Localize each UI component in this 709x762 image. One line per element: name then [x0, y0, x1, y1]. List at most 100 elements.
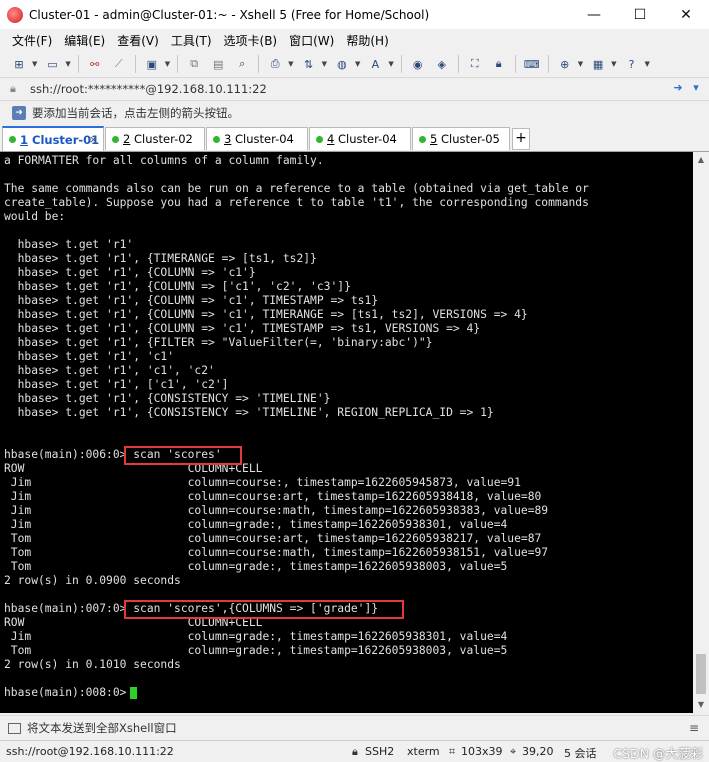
terminal-line: hbase> t.get 'r1', 'c1' [4, 350, 175, 363]
font-dropdown-icon[interactable]: ▼ [388, 60, 393, 68]
add-session-arrow-icon[interactable]: ➜ [12, 105, 26, 120]
terminal-line: hbase> t.get 'r1', 'c1', 'c2' [4, 364, 215, 377]
terminal-line: Jim column=grade:, timestamp=16226059383… [4, 518, 508, 531]
status-protocol: SSH2 [365, 745, 395, 758]
layout-icon[interactable]: ▦ [590, 56, 606, 72]
minimize-button[interactable]: — [571, 0, 617, 29]
connected-status-icon [112, 135, 119, 143]
globe-dropdown-icon[interactable]: ▼ [355, 60, 360, 68]
tab-label: Cluster-04 [334, 132, 397, 146]
scrollbar-thumb[interactable] [696, 654, 706, 694]
terminal-line: hbase> t.get 'r1', {CONSISTENCY => 'TIME… [4, 406, 494, 419]
address-lock-icon: 🔒︎ [10, 82, 16, 95]
lock-icon[interactable]: 🔒︎ [491, 56, 507, 72]
status-terminal-type: xterm [407, 745, 440, 758]
terminal-line: Jim column=course:art, timestamp=1622605… [4, 490, 542, 503]
terminal-line: would be: [4, 210, 66, 223]
menu-window[interactable]: 窗口(W) [283, 32, 340, 49]
terminal-line: hbase(main):008:0> [4, 686, 134, 699]
print-icon[interactable]: ⎙ [267, 56, 283, 72]
globe-icon[interactable]: ◍ [334, 56, 350, 72]
terminal-line: hbase> t.get 'r1', {COLUMN => 'c1', TIME… [4, 322, 481, 335]
reconnect-icon[interactable]: ⚯ [87, 56, 103, 72]
terminal-line: Jim column=course:, timestamp=1622605945… [4, 476, 521, 489]
status-session-count: 5 会话 [564, 747, 597, 760]
disconnect-icon[interactable]: ⟋ [111, 56, 127, 72]
terminal-line: Tom column=grade:, timestamp=16226059380… [4, 560, 508, 573]
menu-edit[interactable]: 编辑(E) [58, 32, 111, 49]
font-icon[interactable]: A [367, 56, 383, 72]
menu-bar: 文件(F) 编辑(E) 查看(V) 工具(T) 选项卡(B) 窗口(W) 帮助(… [0, 29, 709, 51]
terminal-line: create_table). Suppose you had a referen… [4, 196, 589, 209]
title-bar: Cluster-01 - admin@Cluster-01:~ - Xshell… [0, 0, 709, 29]
keyboard-icon[interactable]: ⌨ [524, 56, 540, 72]
new-session-dropdown-icon[interactable]: ▼ [32, 60, 37, 68]
compose-bar-text[interactable]: 将文本发送到全部Xshell窗口 [27, 720, 177, 736]
terminal-line: hbase> t.get 'r1' [4, 238, 134, 251]
properties-dropdown-icon[interactable]: ▼ [165, 60, 170, 68]
terminal-line: Jim column=grade:, timestamp=16226059383… [4, 630, 508, 643]
terminal-line: hbase> t.get 'r1', ['c1', 'c2'] [4, 378, 229, 391]
open-dropdown-icon[interactable]: ▼ [65, 60, 70, 68]
address-dropdown-icon[interactable]: ▾ [688, 81, 704, 97]
scroll-up-icon[interactable]: ▲ [693, 152, 709, 168]
new-session-icon[interactable]: ⊞ [11, 56, 27, 72]
menu-file[interactable]: 文件(F) [6, 32, 58, 49]
xshell-app-icon[interactable] [7, 6, 23, 23]
tab-bar: 1 Cluster-01 × 2 Cluster-02 3 Cluster-04… [0, 125, 709, 152]
close-button[interactable]: ✕ [663, 0, 709, 29]
help-icon[interactable]: ? [624, 56, 640, 72]
terminal-line: 2 row(s) in 0.0900 seconds [4, 574, 181, 587]
toolbar-separator [258, 55, 260, 73]
copy-icon[interactable]: ⧉ [186, 56, 202, 72]
open-folder-icon[interactable]: ▭ [44, 56, 60, 72]
fullscreen-icon[interactable]: ⛶ [467, 56, 483, 72]
transfer-icon[interactable]: ⇅ [301, 56, 317, 72]
toolbar-separator [514, 55, 516, 73]
terminal-line: hbase> t.get 'r1', {COLUMN => ['c1', 'c2… [4, 280, 351, 293]
scroll-down-icon[interactable]: ▼ [693, 697, 709, 713]
terminal-line: Tom column=course:math, timestamp=162260… [4, 546, 549, 559]
address-input[interactable] [28, 81, 592, 97]
terminal-scrollbar[interactable]: ▲ ▼ [693, 152, 709, 713]
terminal-line: hbase> t.get 'r1', {FILTER => "ValueFilt… [4, 336, 433, 349]
find-icon[interactable]: ⌕ [234, 56, 250, 72]
address-go-icon[interactable]: ➜ [670, 81, 686, 97]
properties-icon[interactable]: ▣ [144, 56, 160, 72]
layout-dropdown-icon[interactable]: ▼ [611, 60, 616, 68]
window-title: Cluster-01 - admin@Cluster-01:~ - Xshell… [29, 7, 430, 22]
hint-bar: ➜ 要添加当前会话，点击左侧的箭头按钮。 [0, 100, 709, 124]
toolbar-separator [134, 55, 136, 73]
terminal-line: hbase> t.get 'r1', {COLUMN => 'c1', TIME… [4, 294, 379, 307]
tab-cluster-05[interactable]: 5 Cluster-05 [412, 127, 510, 150]
tab-cluster-02[interactable]: 2 Cluster-02 [105, 127, 205, 150]
menu-help[interactable]: 帮助(H) [340, 32, 394, 49]
tab-cluster-04[interactable]: 4 Cluster-04 [309, 127, 411, 150]
tab-cluster-01[interactable]: 1 Cluster-01 × [2, 126, 104, 151]
tab-cluster-03[interactable]: 3 Cluster-04 [206, 127, 308, 150]
cursor-position-icon: ⌖ [510, 745, 517, 758]
toolbar-separator [177, 55, 179, 73]
terminal-line: hbase> t.get 'r1', {COLUMN => 'c1', TIME… [4, 308, 528, 321]
status-bar: ssh://root@192.168.10.111:22 🔒︎ SSH2 xte… [0, 740, 709, 762]
new-tab-button[interactable]: + [512, 128, 530, 150]
terminal-line: hbase> t.get 'r1', {COLUMN => 'c1'} [4, 266, 256, 279]
paste-icon[interactable]: ▤ [210, 56, 226, 72]
toolbar-separator [400, 55, 402, 73]
add-pane-dropdown-icon[interactable]: ▼ [578, 60, 583, 68]
compose-icon[interactable] [8, 722, 21, 734]
compose-menu-icon[interactable]: ≡ [689, 721, 699, 735]
status-cursor-position: 39,20 [522, 745, 554, 758]
help-dropdown-icon[interactable]: ▼ [645, 60, 650, 68]
add-pane-icon[interactable]: ⊕ [557, 56, 573, 72]
maximize-button[interactable]: ☐ [617, 0, 663, 29]
menu-tabs[interactable]: 选项卡(B) [218, 32, 284, 49]
terminal-output[interactable]: hbase(main):008:0> 2 row(s) in 0.1010 se… [0, 152, 693, 713]
xftp-icon[interactable]: ◉ [410, 56, 426, 72]
menu-view[interactable]: 查看(V) [111, 32, 165, 49]
tab-close-icon[interactable]: × [89, 133, 98, 146]
script-icon[interactable]: ◈ [434, 56, 450, 72]
print-dropdown-icon[interactable]: ▼ [288, 60, 293, 68]
menu-tools[interactable]: 工具(T) [165, 32, 218, 49]
transfer-dropdown-icon[interactable]: ▼ [322, 60, 327, 68]
